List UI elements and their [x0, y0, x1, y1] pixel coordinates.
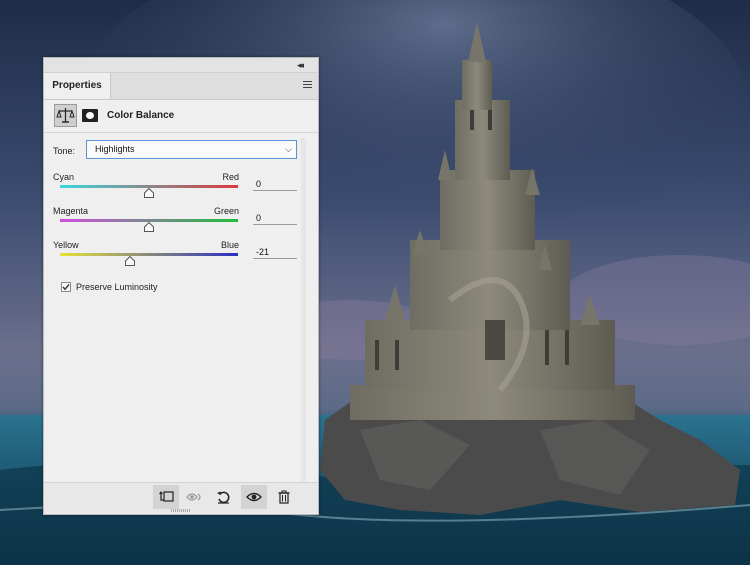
- magenta-green-value[interactable]: 0: [253, 212, 297, 225]
- tab-properties[interactable]: Properties: [44, 73, 111, 99]
- cyan-red-value[interactable]: 0: [253, 178, 297, 191]
- chevron-down-icon: ⌵: [285, 144, 292, 154]
- tone-dropdown[interactable]: Highlights ⌵: [86, 140, 297, 159]
- slider-magenta-green: Magenta Green 0: [53, 206, 299, 240]
- panel-top-strip: ◂◂: [44, 58, 318, 73]
- panel-footer: [44, 482, 318, 513]
- slider-yellow-blue: Yellow Blue -21: [53, 240, 299, 274]
- tone-selected-value: Highlights: [95, 144, 135, 154]
- reset-button[interactable]: [211, 485, 237, 509]
- properties-panel: ◂◂ Properties Color Balance Tone: Highli…: [43, 57, 319, 515]
- slider-left-label: Cyan: [53, 172, 75, 182]
- visibility-icon: [246, 492, 262, 502]
- collapse-icon[interactable]: ◂◂: [297, 59, 304, 71]
- slider-right-label: Green: [213, 206, 239, 216]
- panel-tab-bar: Properties: [44, 73, 318, 100]
- layer-mask-icon[interactable]: [82, 109, 98, 122]
- preserve-luminosity-checkbox[interactable]: [61, 282, 71, 292]
- scrollbar[interactable]: [301, 138, 306, 490]
- adjustment-title: Color Balance: [107, 110, 175, 121]
- slider-track[interactable]: [60, 253, 238, 256]
- view-previous-state-icon: [186, 493, 201, 501]
- slider-left-label: Magenta: [53, 206, 89, 216]
- slider-thumb[interactable]: [125, 256, 136, 266]
- preserve-luminosity-label: Preserve Luminosity: [76, 282, 158, 292]
- tone-label: Tone:: [53, 146, 76, 156]
- delete-button[interactable]: [271, 485, 297, 509]
- adjustment-header: Color Balance: [44, 100, 318, 132]
- divider: [44, 132, 318, 133]
- reset-icon: [217, 491, 230, 504]
- color-balance-icon[interactable]: [54, 104, 77, 127]
- yellow-blue-value[interactable]: -21: [253, 246, 297, 259]
- visibility-button[interactable]: [241, 485, 267, 509]
- slider-right-label: Red: [222, 172, 239, 182]
- slider-thumb[interactable]: [144, 188, 154, 198]
- panel-menu-icon[interactable]: [303, 81, 312, 90]
- checkmark-icon: [62, 284, 70, 291]
- view-previous-state-button[interactable]: [181, 485, 207, 509]
- slider-left-label: Yellow: [53, 240, 79, 250]
- resize-grip[interactable]: [171, 509, 191, 512]
- clip-to-layer-button[interactable]: [153, 485, 179, 509]
- slider-thumb[interactable]: [144, 222, 154, 232]
- clip-to-layer-icon: [159, 491, 174, 502]
- slider-right-label: Blue: [220, 240, 239, 250]
- slider-cyan-red: Cyan Red 0: [53, 172, 299, 206]
- delete-icon: [278, 490, 290, 504]
